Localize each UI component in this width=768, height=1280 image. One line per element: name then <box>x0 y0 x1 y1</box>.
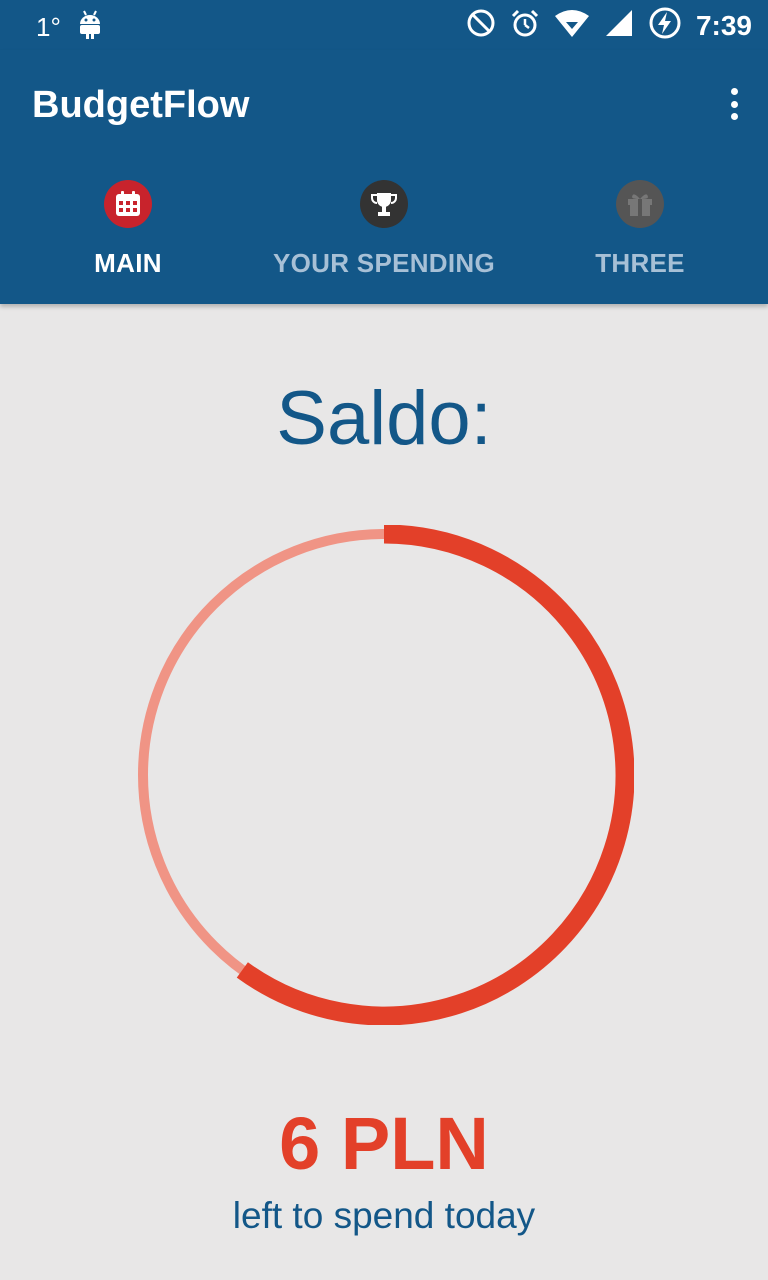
remaining-amount: 6 PLN <box>279 1102 489 1185</box>
cell-signal-icon <box>604 8 634 43</box>
tab-three[interactable]: THREE <box>512 176 768 294</box>
calendar-icon <box>104 180 152 228</box>
progress-arc <box>236 525 634 1025</box>
more-vert-icon <box>730 88 738 95</box>
status-bar-right: 7:39 <box>466 6 752 45</box>
tab-main[interactable]: MAIN <box>0 176 256 294</box>
app-title: BudgetFlow <box>32 84 250 126</box>
battery-charging-icon <box>648 6 682 45</box>
clock-time: 7:39 <box>695 9 752 41</box>
remaining-caption: left to spend today <box>232 1195 536 1236</box>
tab-your-spending-label: YOUR SPENDING <box>272 248 496 278</box>
temperature-text: 1° <box>36 11 61 42</box>
wifi-icon <box>554 8 590 43</box>
tab-three-label: THREE <box>595 248 685 278</box>
gift-icon <box>616 180 664 228</box>
tab-your-spending[interactable]: YOUR SPENDING <box>256 176 512 294</box>
status-bar: 1° 7:39 <box>0 0 768 50</box>
balance-heading: Saldo: <box>276 376 492 461</box>
do-not-disturb-icon <box>466 8 496 43</box>
more-options-button[interactable] <box>722 84 746 124</box>
tab-main-label: MAIN <box>94 248 162 278</box>
balance-progress-ring <box>138 525 634 1025</box>
android-debug-icon <box>77 8 103 45</box>
app-bar: BudgetFlow MAIN YOUR SPENDING THREE <box>0 50 768 304</box>
alarm-icon <box>510 8 540 43</box>
status-bar-left: 1° <box>36 8 103 45</box>
trophy-icon <box>360 180 408 228</box>
